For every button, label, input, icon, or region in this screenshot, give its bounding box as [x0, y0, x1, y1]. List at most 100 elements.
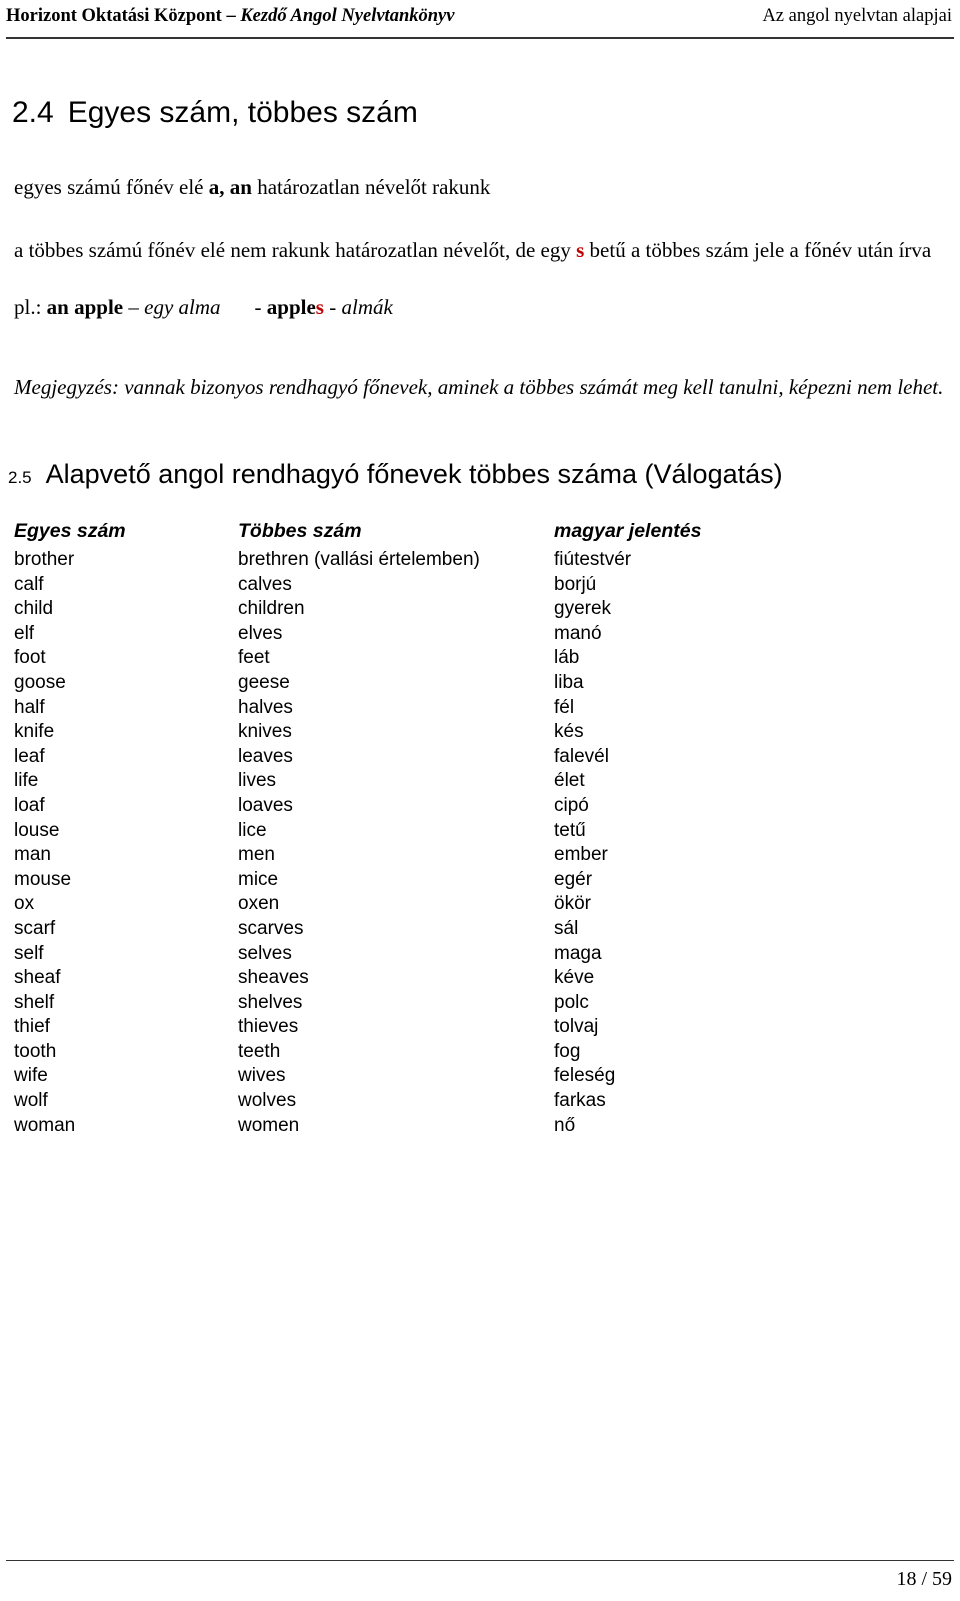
table-row: leaf leaves falevél [14, 745, 734, 770]
section-heading-2-4: 2.4 Egyes szám, többes szám [12, 94, 954, 132]
cell-singular: calf [14, 573, 44, 595]
document-content: 2.4 Egyes szám, többes szám egyes számú f… [6, 52, 954, 1138]
example-line: pl.: an apple – egy alma - apples - almák [14, 292, 954, 322]
page-footer: 18 / 59 [6, 1560, 954, 1593]
table-row: sheaf sheaves kéve [14, 966, 734, 991]
header-divider [6, 37, 954, 39]
table-row: loaf loaves cipó [14, 794, 734, 819]
column-header-plural: Többes szám [238, 520, 362, 542]
cell-meaning: kés [554, 721, 584, 743]
example-dash-3: - [323, 295, 342, 319]
cell-meaning: manó [554, 622, 602, 644]
column-header-meaning: magyar jelentés [554, 520, 702, 542]
table-row: self selves maga [14, 942, 734, 967]
cell-meaning: farkas [554, 1090, 606, 1112]
cell-plural: men [238, 844, 275, 866]
table-row: brother brethren (vallási értelemben) fiút… [14, 548, 734, 573]
rule-line-singular-part1: egyes számú főnév elé [14, 175, 209, 199]
table-row: life lives élet [14, 769, 734, 794]
table-row: mouse mice egér [14, 868, 734, 893]
cell-plural: mice [238, 868, 279, 890]
table-row: calf calves borjú [14, 573, 734, 598]
example-plural-english: apple [266, 295, 316, 319]
table-row: ox oxen ökör [14, 892, 734, 917]
article-a-an: a, an [208, 175, 252, 199]
cell-singular: mouse [14, 868, 72, 890]
section-heading-2-5: 2.5 Alapvető angol rendhagyó főnevek több… [8, 457, 954, 491]
cell-singular: shelf [14, 991, 55, 1013]
cell-meaning: gyerek [554, 598, 612, 620]
cell-plural: scarves [238, 917, 304, 939]
cell-meaning: maga [554, 942, 602, 964]
table-row: foot feet láb [14, 646, 734, 671]
cell-singular: thief [14, 1016, 50, 1038]
cell-meaning: falevél [554, 745, 609, 767]
cell-meaning: fog [554, 1040, 581, 1062]
cell-plural: wives [238, 1065, 286, 1087]
section-number-2-5: 2.5 [8, 468, 32, 487]
table-body: brother brethren (vallási értelemben) fiút… [14, 548, 734, 1138]
cell-singular: woman [14, 1114, 76, 1136]
example-prefix: pl.: [14, 295, 47, 319]
cell-meaning: borjú [554, 573, 597, 595]
cell-singular: brother [14, 549, 75, 570]
cell-singular: goose [14, 671, 66, 693]
cell-singular: life [14, 770, 39, 792]
cell-plural: brethren (vallási értelemben) [238, 549, 480, 570]
rule-line-plural-part1: a többes számú főnév elé nem rakunk hatá… [14, 238, 577, 262]
body-paragraphs: egyes számú főnév elé a, an határozatlan… [14, 166, 944, 271]
cell-meaning: kéve [554, 967, 595, 989]
table-row: elf elves manó [14, 622, 734, 647]
table-row: child children gyerek [14, 597, 734, 622]
header-book-name: Kezdő Angol Nyelvtankönyv [240, 6, 455, 26]
cell-meaning: fiútestvér [554, 549, 632, 570]
cell-singular: leaf [14, 745, 45, 767]
table-row: wolf wolves farkas [14, 1089, 734, 1114]
cell-meaning: tolvaj [554, 1016, 599, 1038]
rule-line-plural: a többes számú főnév elé nem rakunk hatá… [14, 229, 944, 271]
cell-meaning: liba [554, 671, 584, 693]
table-row: man men ember [14, 843, 734, 868]
table-row: thief thieves tolvaj [14, 1015, 734, 1040]
table-row: louse lice tetű [14, 819, 734, 844]
cell-singular: elf [14, 622, 35, 644]
cell-singular: scarf [14, 917, 56, 939]
header-row: Horizont Oktatási Központ – Kezdő Angol … [6, 4, 954, 28]
header-book-title: Horizont Oktatási Központ – Kezdő Angol … [6, 4, 454, 28]
example-dash-1: – [123, 295, 145, 319]
table-row: half halves fél [14, 696, 734, 721]
cell-plural: lives [238, 770, 277, 792]
cell-singular: ox [14, 893, 35, 915]
table-row: woman women nő [14, 1114, 734, 1139]
example-singular-english: an apple [46, 295, 124, 319]
section-title-2-4: Egyes szám, többes szám [67, 96, 418, 129]
example-singular-hungarian: egy alma [144, 295, 221, 319]
cell-meaning: feleség [554, 1065, 616, 1087]
cell-plural: halves [238, 696, 293, 718]
header-chapter-title: Az angol nyelvtan alapjai [762, 6, 952, 26]
cell-singular: self [14, 942, 44, 964]
column-header-singular: Egyes szám [14, 520, 126, 542]
cell-plural: selves [238, 942, 292, 964]
cell-singular: child [14, 598, 54, 620]
cell-plural: knives [238, 721, 292, 743]
example-plural-s-marker: s [315, 295, 324, 319]
cell-singular: half [14, 696, 45, 718]
cell-meaning: sál [554, 917, 579, 939]
cell-plural: feet [238, 647, 270, 669]
cell-plural: leaves [238, 745, 293, 767]
table-row: knife knives kés [14, 720, 734, 745]
page-number: 18 / 59 [896, 1568, 952, 1590]
cell-singular: wolf [14, 1090, 48, 1112]
cell-singular: man [14, 844, 51, 866]
section-title-2-5: Alapvető angol rendhagyó főnevek többes … [45, 459, 783, 489]
cell-singular: knife [14, 721, 55, 743]
cell-meaning: ember [554, 844, 608, 866]
cell-meaning: cipó [554, 794, 589, 816]
table-row: goose geese liba [14, 671, 734, 696]
cell-singular: wife [14, 1065, 48, 1087]
cell-singular: loaf [14, 794, 45, 816]
cell-meaning: tetű [554, 819, 586, 841]
cell-plural: wolves [238, 1090, 297, 1112]
cell-plural: geese [238, 671, 290, 693]
